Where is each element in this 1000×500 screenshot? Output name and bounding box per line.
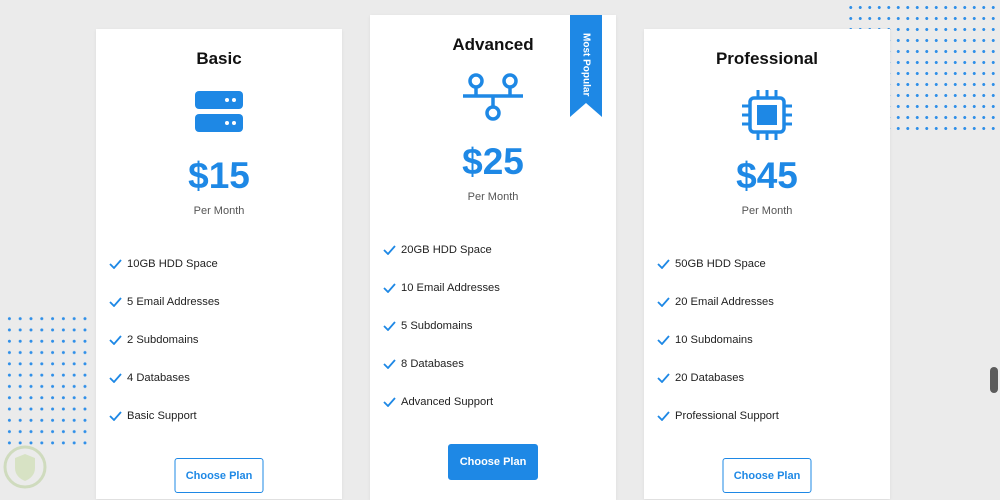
feature-label: 8 Databases (401, 358, 464, 370)
choose-plan-button-basic[interactable]: Choose Plan (174, 458, 264, 493)
check-icon (383, 245, 396, 255)
check-icon (109, 411, 122, 421)
feature-item: 10 Email Addresses (383, 269, 500, 307)
server-icon (195, 91, 243, 132)
feature-label: 5 Subdomains (401, 320, 473, 332)
feature-label: 5 Email Addresses (127, 296, 220, 308)
feature-label: 20 Databases (675, 372, 745, 384)
check-icon (109, 259, 122, 269)
feature-label: 50GB HDD Space (675, 258, 766, 270)
network-icon (463, 73, 523, 121)
feature-item: 20 Databases (657, 359, 779, 397)
feature-item: 20GB HDD Space (383, 231, 500, 269)
check-icon (109, 335, 122, 345)
feature-item: 2 Subdomains (109, 321, 220, 359)
feature-item: 8 Databases (383, 345, 500, 383)
feature-item: 5 Email Addresses (109, 283, 220, 321)
price-period: Per Month (193, 205, 245, 217)
feature-list: 50GB HDD Space 20 Email Addresses 10 Sub… (657, 245, 779, 435)
feature-label: 10 Subdomains (675, 334, 753, 346)
feature-item: Professional Support (657, 397, 779, 435)
feature-item: 20 Email Addresses (657, 283, 779, 321)
price-period: Per Month (467, 191, 519, 203)
plan-price: $25 (462, 141, 524, 182)
feature-label: 2 Subdomains (127, 334, 199, 346)
feature-label: Professional Support (675, 410, 779, 422)
check-icon (657, 259, 670, 269)
check-icon (657, 373, 670, 383)
choose-plan-button-professional[interactable]: Choose Plan (722, 458, 812, 493)
pricing-card-basic: Basic $15 Per Month 10GB HDD Space 5 Ema… (96, 29, 342, 499)
plan-name: Professional (715, 49, 819, 68)
feature-list: 10GB HDD Space 5 Email Addresses 2 Subdo… (109, 245, 220, 435)
feature-item: 10 Subdomains (657, 321, 779, 359)
feature-item: 50GB HDD Space (657, 245, 779, 283)
feature-label: 4 Databases (127, 372, 190, 384)
feature-list: 20GB HDD Space 10 Email Addresses 5 Subd… (383, 231, 500, 421)
feature-item: Advanced Support (383, 383, 500, 421)
check-icon (383, 283, 396, 293)
feature-label: Advanced Support (401, 396, 494, 408)
price-period: Per Month (741, 205, 793, 217)
feature-item: 5 Subdomains (383, 307, 500, 345)
feature-label: 20GB HDD Space (401, 244, 492, 256)
check-icon (109, 297, 122, 307)
feature-label: Basic Support (127, 410, 197, 422)
feature-item: 10GB HDD Space (109, 245, 220, 283)
plan-price: $45 (736, 155, 798, 196)
pricing-card-professional: Professional $45 Per Month 50GB HDD Spac… (644, 29, 890, 499)
check-icon (383, 397, 396, 407)
shield-logo-icon (3, 445, 47, 489)
feature-label: 10 Email Addresses (401, 282, 500, 294)
feature-item: 4 Databases (109, 359, 220, 397)
choose-plan-button-advanced[interactable]: Choose Plan (448, 444, 538, 480)
check-icon (657, 297, 670, 307)
cpu-chip-icon (742, 90, 792, 140)
check-icon (657, 335, 670, 345)
check-icon (383, 321, 396, 331)
check-icon (383, 359, 396, 369)
feature-label: 10GB HDD Space (127, 258, 218, 270)
scrollbar-thumb[interactable] (990, 367, 998, 393)
plan-name: Basic (196, 49, 242, 68)
plan-name: Advanced (452, 35, 534, 54)
plan-price: $15 (188, 155, 250, 196)
pricing-card-advanced: Most Popular Advanced $25 Per Month 20GB… (370, 15, 616, 500)
decorative-dot-grid-left (4, 313, 92, 447)
check-icon (109, 373, 122, 383)
feature-item: Basic Support (109, 397, 220, 435)
check-icon (657, 411, 670, 421)
feature-label: 20 Email Addresses (675, 296, 774, 308)
